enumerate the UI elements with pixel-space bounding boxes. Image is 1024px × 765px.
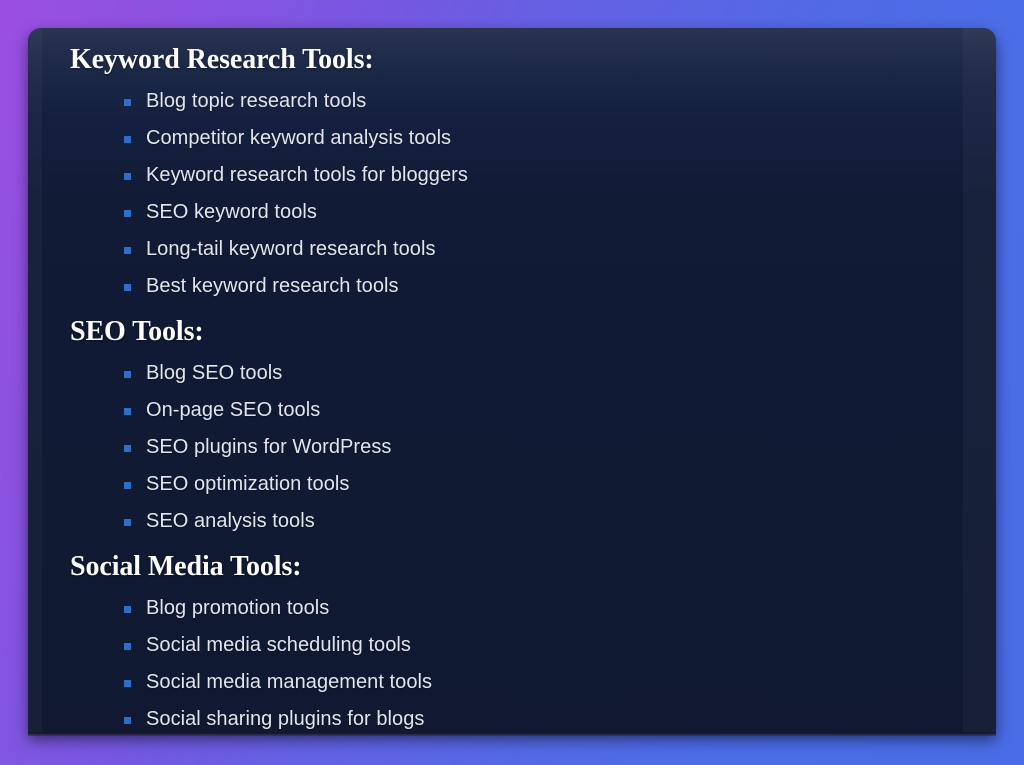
square-bullet-icon bbox=[124, 98, 131, 106]
list-item-label: Social sharing plugins for blogs bbox=[146, 708, 425, 730]
card-content: Keyword Research Tools: Blog topic resear… bbox=[28, 28, 963, 734]
list-item-label: Competitor keyword analysis tools bbox=[146, 127, 452, 149]
tool-section: Keyword Research Tools: Blog topic resear… bbox=[28, 38, 963, 305]
square-bullet-icon bbox=[124, 716, 131, 724]
square-bullet-icon bbox=[124, 605, 131, 613]
square-bullet-icon bbox=[124, 246, 131, 254]
tool-section: SEO Tools: Blog SEO tools On-page SEO tool… bbox=[28, 305, 963, 540]
square-bullet-icon bbox=[124, 135, 131, 143]
content-card: Keyword Research Tools: Blog topic resear… bbox=[28, 28, 996, 734]
section-heading: Keyword Research Tools: bbox=[70, 44, 374, 75]
list-item-label: Blog SEO tools bbox=[146, 362, 283, 384]
list-item-label: Social media management tools bbox=[146, 671, 433, 693]
square-bullet-icon bbox=[124, 642, 131, 650]
tool-list: Blog promotion tools Social media schedul… bbox=[28, 590, 963, 734]
list-item-label: SEO analysis tools bbox=[146, 510, 315, 532]
list-item-label: On-page SEO tools bbox=[146, 399, 321, 421]
list-item: Social sharing plugins for blogs bbox=[28, 701, 963, 734]
list-item: On-page SEO tools bbox=[28, 392, 963, 429]
list-item: SEO keyword tools bbox=[28, 194, 963, 231]
list-item-label: Keyword research tools for bloggers bbox=[146, 164, 468, 186]
square-bullet-icon bbox=[124, 283, 131, 291]
list-item-label: Long-tail keyword research tools bbox=[146, 238, 436, 260]
list-item-label: Social media scheduling tools bbox=[146, 634, 411, 656]
list-item-label: Blog topic research tools bbox=[146, 90, 367, 112]
square-bullet-icon bbox=[124, 172, 131, 180]
tool-list: Blog SEO tools On-page SEO tools SEO plugi… bbox=[28, 355, 963, 540]
list-item: Best keyword research tools bbox=[28, 268, 963, 305]
list-item: SEO plugins for WordPress bbox=[28, 429, 963, 466]
list-item: Blog SEO tools bbox=[28, 355, 963, 392]
list-item-label: SEO optimization tools bbox=[146, 473, 350, 495]
list-item: SEO analysis tools bbox=[28, 503, 963, 540]
section-heading: SEO Tools: bbox=[70, 316, 204, 347]
list-item: Competitor keyword analysis tools bbox=[28, 120, 963, 157]
tool-list: Blog topic research tools Competitor keyw… bbox=[28, 83, 963, 305]
square-bullet-icon bbox=[124, 481, 131, 489]
list-item: Social media scheduling tools bbox=[28, 627, 963, 664]
list-item: Keyword research tools for bloggers bbox=[28, 157, 963, 194]
list-item: Blog promotion tools bbox=[28, 590, 963, 627]
list-item: SEO optimization tools bbox=[28, 466, 963, 503]
list-item-label: Blog promotion tools bbox=[146, 597, 330, 619]
square-bullet-icon bbox=[124, 407, 131, 415]
square-bullet-icon bbox=[124, 444, 131, 452]
list-item-label: SEO keyword tools bbox=[146, 201, 317, 223]
square-bullet-icon bbox=[124, 679, 131, 687]
list-item: Social media management tools bbox=[28, 664, 963, 701]
list-item-label: Best keyword research tools bbox=[146, 275, 399, 297]
square-bullet-icon bbox=[124, 370, 131, 378]
card-bottom-edge bbox=[28, 732, 996, 736]
square-bullet-icon bbox=[124, 209, 131, 217]
square-bullet-icon bbox=[124, 518, 131, 526]
tool-section: Social Media Tools: Blog promotion tools S… bbox=[28, 540, 963, 734]
list-item: Blog topic research tools bbox=[28, 83, 963, 120]
section-heading: Social Media Tools: bbox=[70, 551, 302, 582]
page-root: Keyword Research Tools: Blog topic resear… bbox=[0, 0, 1024, 765]
list-item: Long-tail keyword research tools bbox=[28, 231, 963, 268]
list-item-label: SEO plugins for WordPress bbox=[146, 436, 392, 458]
